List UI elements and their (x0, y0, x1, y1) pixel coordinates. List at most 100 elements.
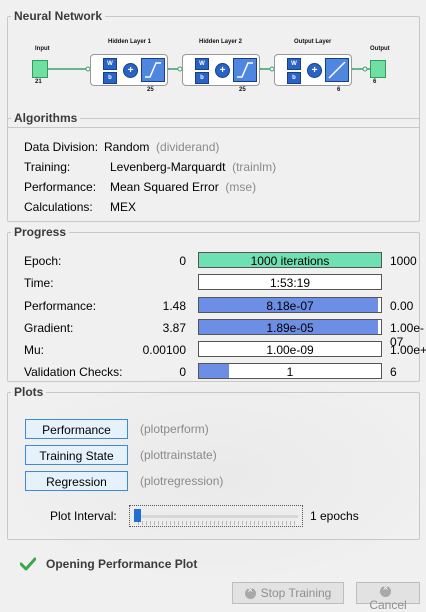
progress-bar: 1 (198, 363, 382, 379)
algo-row-performance: Performance: Mean Squared Error (mse) (24, 180, 256, 194)
progress-label: Validation Checks: (24, 365, 123, 379)
output-label: Output (370, 46, 390, 52)
cancel-button[interactable]: Cancel (356, 582, 420, 612)
status-message: Opening Performance Plot (46, 557, 198, 571)
progress-max: 1000 (390, 254, 417, 268)
progress-value: 8.18e-07 (266, 299, 314, 313)
algo-label: Training: (24, 160, 71, 174)
progress-max: 6 (390, 365, 397, 379)
progress-value: 1 (286, 365, 294, 379)
progress-max: 1.00e+10 (390, 343, 426, 357)
progress-value: 1.00e-09 (266, 343, 314, 357)
bias-block: b (103, 72, 117, 84)
stop-training-label: Stop Training (260, 586, 332, 600)
progress-min: 1.48 (162, 299, 186, 313)
progress-bar: 8.18e-07 (198, 297, 382, 313)
progress-row-performance: Performance: 1.48 8.18e-07 0.00 (24, 297, 414, 313)
output-layer-size: 6 (337, 87, 341, 93)
algo-label: Data Division: (24, 140, 99, 154)
progress-min: 3.87 (162, 321, 186, 335)
performance-plot-button[interactable]: Performance (25, 419, 128, 439)
weight-block: W (195, 58, 209, 70)
progress-value: 1000 iterations (250, 254, 330, 268)
sum-icon: + (307, 63, 322, 78)
plot-function: (plottrainstate) (140, 448, 217, 462)
panel-title: Progress (11, 224, 70, 240)
weight-block: W (103, 58, 117, 70)
hidden-layer-2-label: Hidden Layer 2 (199, 39, 243, 45)
hidden-layer-1-size: 25 (147, 87, 154, 93)
progress-label: Epoch: (24, 254, 62, 268)
regression-plot-button[interactable]: Regression (25, 471, 128, 491)
output-node (370, 60, 386, 78)
stop-training-button[interactable]: Stop Training (232, 582, 344, 604)
algo-value: Levenberg-Marquardt (110, 160, 226, 174)
weight-block: W (287, 58, 301, 70)
training-state-plot-button[interactable]: Training State (25, 445, 128, 465)
transfer-function-icon (141, 58, 165, 82)
progress-bar: 1.89e-05 (198, 319, 382, 335)
algo-label: Calculations: (24, 200, 93, 214)
input-size: 21 (35, 79, 42, 85)
bias-block: b (195, 72, 209, 84)
algo-value: MEX (110, 200, 137, 214)
algo-value: Mean Squared Error (110, 180, 219, 194)
linear-function-icon (325, 58, 349, 82)
plot-function: (plotperform) (140, 422, 209, 436)
progress-bar: 1.00e-09 (198, 341, 382, 357)
hidden-layer-1-label: Hidden Layer 1 (108, 39, 152, 45)
algo-function: (dividerand) (156, 140, 220, 154)
algo-value: Random (104, 140, 150, 154)
progress-bar: 1:53:19 (198, 274, 382, 290)
progress-label: Gradient: (24, 321, 74, 335)
algo-row-training: Training: Levenberg-Marquardt (trainlm) (24, 160, 276, 174)
algorithms-panel: Algorithms Data Division: Random (divide… (7, 110, 420, 222)
output-layer: W b + (274, 54, 352, 86)
plot-interval-value: 1 epochs (310, 509, 359, 523)
progress-max: 0.00 (390, 299, 414, 313)
progress-label: Mu: (24, 343, 45, 357)
output-layer-label: Output Layer (294, 39, 332, 45)
progress-row-time: Time: 1:53:19 (24, 274, 414, 290)
slider-ticks (138, 521, 296, 525)
plot-function: (plotregression) (140, 474, 224, 488)
progress-min: 0.00100 (142, 343, 186, 357)
progress-min: 0 (179, 365, 186, 379)
transfer-function-icon (233, 58, 257, 82)
progress-label: Time: (24, 276, 54, 290)
slider-track (134, 515, 298, 518)
input-label: Input (35, 46, 50, 52)
panel-title: Algorithms (11, 110, 81, 126)
checkmark-icon (20, 557, 36, 571)
hidden-layer-2-size: 25 (239, 87, 246, 93)
progress-row-gradient: Gradient: 3.87 1.89e-05 1.00e-07 (24, 319, 424, 349)
input-node (32, 60, 48, 78)
hidden-layer-2: W b + (182, 54, 260, 86)
algo-row-division: Data Division: Random (dividerand) (24, 140, 219, 154)
algo-function: (mse) (225, 180, 257, 194)
progress-value: 1:53:19 (269, 276, 311, 290)
hidden-layer-1: W b + (90, 54, 168, 86)
progress-min: 0 (179, 254, 186, 268)
sum-icon: + (215, 63, 230, 78)
progress-row-validation: Validation Checks: 0 1 6 (24, 363, 414, 379)
progress-label: Performance: (24, 299, 97, 313)
panel-title: Plots (11, 384, 47, 400)
algo-row-calculations: Calculations: MEX (24, 200, 136, 214)
algo-function: (trainlm) (232, 160, 277, 174)
progress-bar: 1000 iterations (198, 252, 382, 268)
progress-panel: Progress Epoch: 0 1000 iterations 1000 T… (7, 224, 426, 382)
cancel-label: Cancel (369, 598, 407, 612)
algo-label: Performance: (24, 180, 97, 194)
stop-icon (244, 585, 256, 599)
slider-thumb[interactable] (134, 509, 141, 522)
plot-interval-label: Plot Interval: (50, 509, 117, 523)
progress-row-epoch: Epoch: 0 1000 iterations 1000 (24, 252, 417, 268)
bias-block: b (287, 72, 301, 84)
progress-row-mu: Mu: 0.00100 1.00e-09 1.00e+10 (24, 341, 426, 357)
plots-panel: Plots Performance (plotperform) Training… (7, 384, 420, 540)
cancel-icon (380, 583, 391, 597)
output-size: 6 (373, 79, 377, 85)
progress-value: 1.89e-05 (266, 321, 314, 335)
plot-interval-slider[interactable] (129, 505, 303, 527)
